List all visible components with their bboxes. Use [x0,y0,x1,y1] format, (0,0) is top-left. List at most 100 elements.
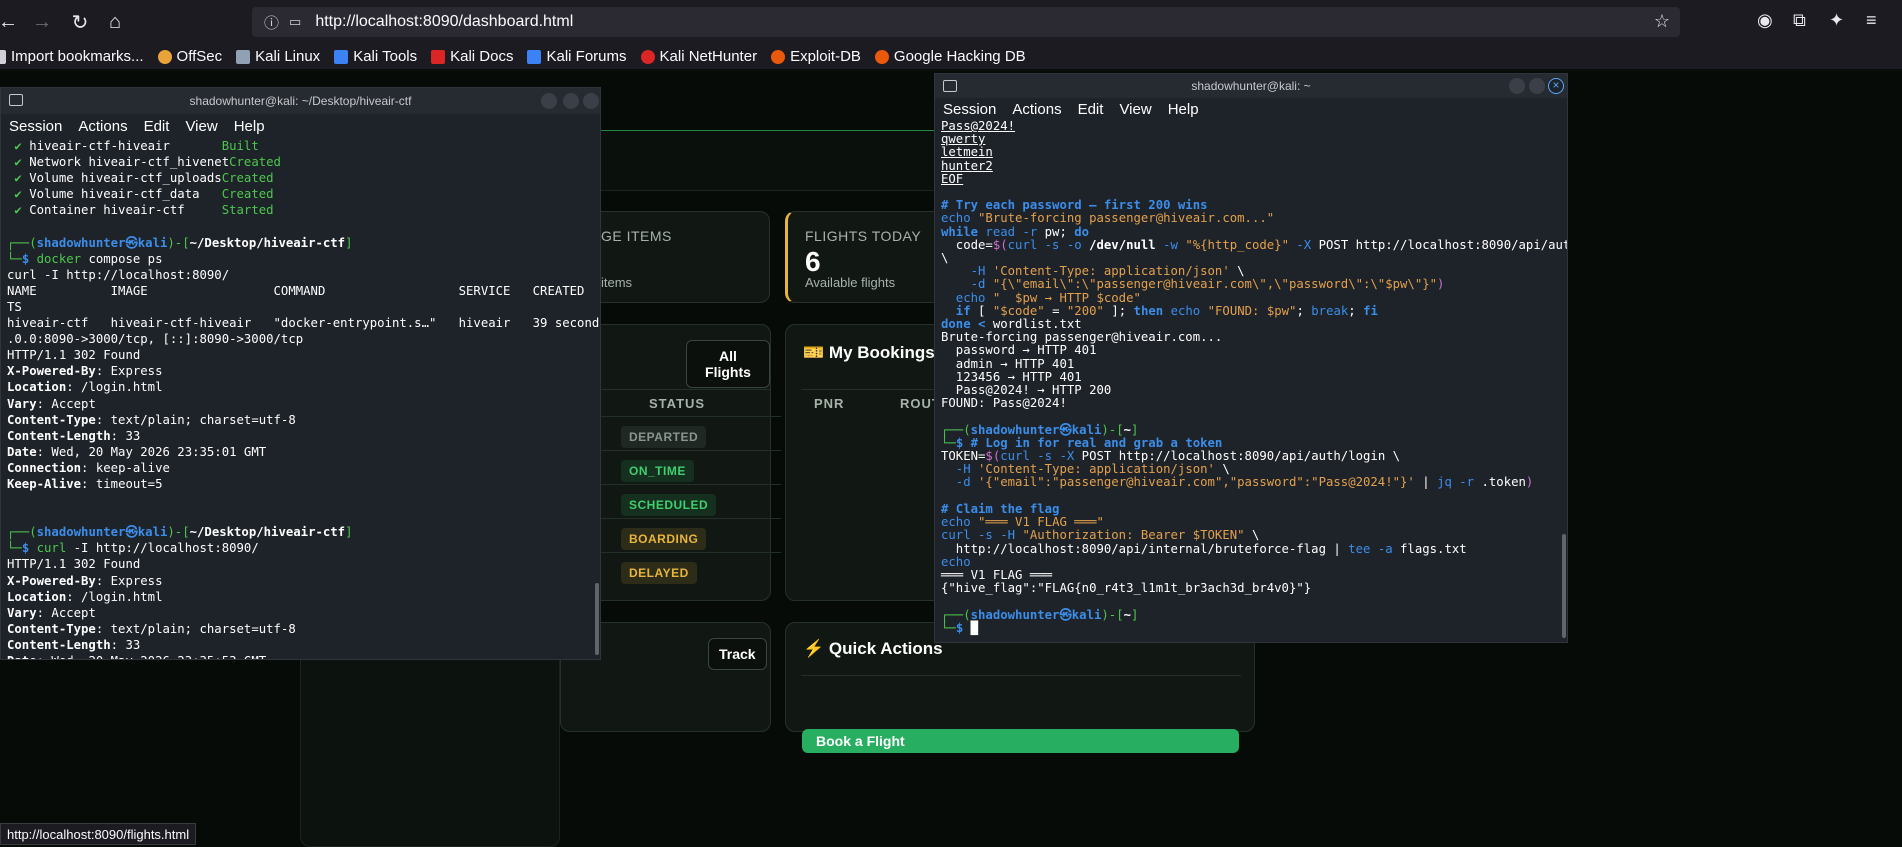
menu-view[interactable]: View [1119,101,1151,118]
menu-actions[interactable]: Actions [78,118,127,135]
page-info-icon[interactable]: ⓘ [264,12,279,33]
bookmark-kali-tools[interactable]: Kali Tools [334,48,417,65]
close-icon[interactable]: × [1548,78,1564,94]
track-button[interactable]: Track [708,638,767,670]
terminal-titlebar[interactable]: shadowhunter@kali: ~ × [935,74,1567,98]
offsec-icon [157,49,172,64]
terminal-text: NAME IMAGE COMMAND SERVICE CREATED [7,283,585,298]
terminal-text: $ [955,620,971,635]
menu-help[interactable]: Help [1168,101,1199,118]
terminal-text: └─ [941,435,956,450]
all-flights-button[interactable]: All Flights [686,340,770,388]
terminal-text: "═══ V1 FLAG ═══" [978,515,1104,530]
terminal-text: curl -s -o [1007,237,1090,252]
terminal-text: : text/plain; charset=utf-8 [95,412,296,427]
terminal-text: ] [345,525,353,540]
terminal-text: X-Powered-By [7,364,96,379]
terminal-text: \ [1244,528,1260,543]
bookmark-label: Kali Tools [353,48,418,65]
bookmark-kali-forums[interactable]: Kali Forums [527,48,627,65]
terminal-line: Date: Wed, 20 May 2026 23:35:01 GMT [7,444,594,460]
terminal-text: curl -s -H [941,528,1023,543]
terminal-text: # Log in for real and grab a token [970,435,1223,450]
menu-edit[interactable]: Edit [144,118,170,135]
terminal-icon [943,80,957,92]
terminal-scrollbar[interactable] [1562,534,1566,638]
check-icon: ✔ [7,139,30,153]
terminal-titlebar[interactable]: shadowhunter@kali: ~/Desktop/hiveair-ctf [1,88,600,114]
terminal-line: HTTP/1.1 302 Found [7,556,594,572]
minimize-icon[interactable] [541,93,557,109]
terminal-text: 'Content-Type: application/json' [978,462,1215,477]
terminal-output[interactable]: Pass@2024! qwerty letmein hunter2 EOF # Try … [935,119,1567,635]
terminal-text: -X [1289,237,1312,252]
terminal-menubar: Session Actions Edit View Help [935,98,1567,120]
close-icon[interactable] [583,93,599,109]
terminal-text: code= [941,237,993,252]
menu-edit[interactable]: Edit [1078,101,1104,118]
terminal-text: if [941,303,979,318]
terminal-text: ┌──( [941,607,971,622]
terminal-text: admin → HTTP 401 [941,356,1075,371]
terminal-text: curl -s -X [1000,449,1075,464]
bookmark-exploit-db[interactable]: Exploit-DB [771,48,861,65]
bookmark-kali-nethunter[interactable]: Kali NetHunter [640,48,757,65]
terminal-line: curl -I http://localhost:8090/ [7,267,594,283]
quick-actions-title-text: Quick Actions [828,639,943,658]
bookmark-kali-linux[interactable]: Kali Linux [236,48,320,65]
bookmark-import[interactable]: Import bookmarks... [0,48,144,65]
terminal-text: Content-Length [7,637,111,652]
terminal-text: TS [7,299,22,314]
bookmark-kali-docs[interactable]: Kali Docs [431,48,513,65]
home-icon[interactable]: ⌂ [95,0,135,44]
terminal-text: Pass@2024! → HTTP 200 [941,383,1112,398]
terminal-text: TOKEN= [941,449,986,464]
terminal-right[interactable]: shadowhunter@kali: ~ × Session Actions E… [934,73,1568,643]
terminal-left[interactable]: shadowhunter@kali: ~/Desktop/hiveair-ctf… [0,87,601,660]
terminal-text: )-[ [167,235,190,250]
forward-icon[interactable]: → [22,0,62,44]
terminal-text: Location [7,380,67,395]
terminal-output[interactable]: ✔ hiveair-ctf-hiveair Built ✔ Network hi… [1,138,600,659]
terminal-text: Content-Length [7,428,111,443]
bookmark-star-icon[interactable]: ☆ [1654,11,1670,32]
terminal-text: X-Powered-By [7,573,96,588]
terminal-text: echo [941,211,979,226]
prompt-dir: ~/Desktop/hiveair-ctf [189,525,346,540]
minimize-icon[interactable] [1509,78,1525,94]
bookmark-label: Kali Linux [255,48,321,65]
terminal-text: Volume hiveair-ctf_uploads [29,171,222,186]
bookmark-label: Kali Forums [546,48,627,65]
status-badge: BOARDING [621,528,707,550]
url-bar[interactable]: ⓘ ▭ http://localhost:8090/dashboard.html… [252,7,1680,37]
lightning-icon: ⚡ [803,639,825,658]
menu-actions[interactable]: Actions [1012,101,1061,118]
maximize-icon[interactable] [1529,78,1545,94]
book-flight-button[interactable]: Book a Flight [802,729,1239,753]
terminal-text: └─ [7,251,22,266]
pnr-header: PNR [814,396,845,411]
maximize-icon[interactable] [563,93,579,109]
menu-view[interactable]: View [185,118,217,135]
bookmark-label: Exploit-DB [790,48,861,65]
terminal-line: HTTP/1.1 302 Found [7,347,594,363]
menu-session[interactable]: Session [943,101,996,118]
terminal-text: \ [1214,462,1230,477]
bookmark-ghdb[interactable]: Google Hacking DB [874,48,1026,65]
extensions-icon[interactable]: ⧉ [1793,10,1806,31]
terminal-text: break [1311,303,1349,318]
terminal-scrollbar[interactable] [595,583,599,655]
menu-help[interactable]: Help [234,118,265,135]
prompt-user: shadowhunter㉿kali [970,607,1102,622]
terminal-text: Date [7,444,37,459]
url-text[interactable]: http://localhost:8090/dashboard.html [315,13,573,31]
menu-session[interactable]: Session [9,118,62,135]
menu-icon[interactable]: ≡ [1866,10,1877,31]
bookmark-offsec[interactable]: OffSec [157,48,222,65]
account-icon[interactable]: ◉ [1757,10,1773,31]
addon-icon[interactable]: ✦ [1829,10,1844,31]
terminal-text: [ [978,303,993,318]
reload-icon[interactable]: ↻ [60,0,100,44]
terminal-text: | [1414,475,1438,490]
